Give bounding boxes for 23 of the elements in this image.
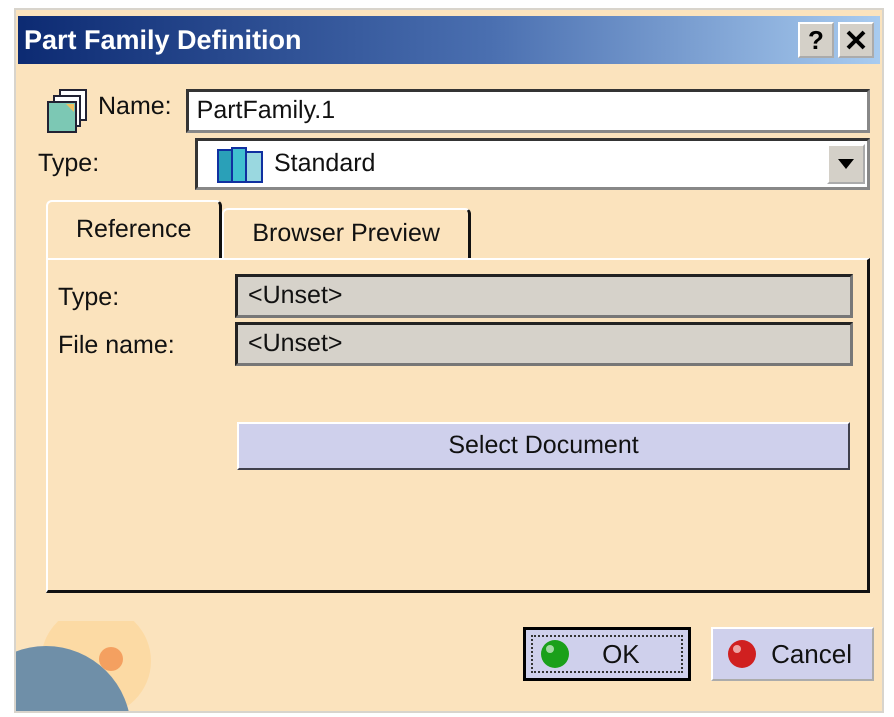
field-label: Type: bbox=[58, 282, 120, 314]
tab[interactable]: Browser Preview bbox=[222, 208, 471, 258]
name-label: Name: bbox=[98, 91, 172, 122]
tab[interactable]: Reference bbox=[46, 200, 222, 258]
close-button[interactable] bbox=[838, 22, 874, 58]
window-title: Part Family Definition bbox=[24, 24, 303, 57]
caret-icon bbox=[838, 159, 854, 169]
close-icon bbox=[845, 29, 867, 51]
ball-icon bbox=[727, 639, 758, 669]
type-label: Type: bbox=[38, 148, 100, 180]
help-button[interactable]: ? bbox=[798, 22, 834, 58]
name-field[interactable]: PartFamily.1 bbox=[186, 89, 870, 133]
readonly-field: <Unset> bbox=[235, 274, 853, 318]
type-value: Standard bbox=[274, 148, 376, 180]
books-icon bbox=[216, 144, 266, 184]
dropdown-button[interactable] bbox=[827, 144, 865, 184]
cancel-button[interactable]: Cancel bbox=[711, 627, 874, 681]
field-label: File name: bbox=[58, 330, 176, 362]
ok-button[interactable]: OK bbox=[523, 627, 692, 681]
ball-icon bbox=[540, 639, 570, 669]
select-document-button[interactable]: Select Document bbox=[237, 422, 850, 470]
type-dropdown[interactable]: Standard bbox=[195, 138, 870, 190]
readonly-field: <Unset> bbox=[235, 322, 853, 366]
